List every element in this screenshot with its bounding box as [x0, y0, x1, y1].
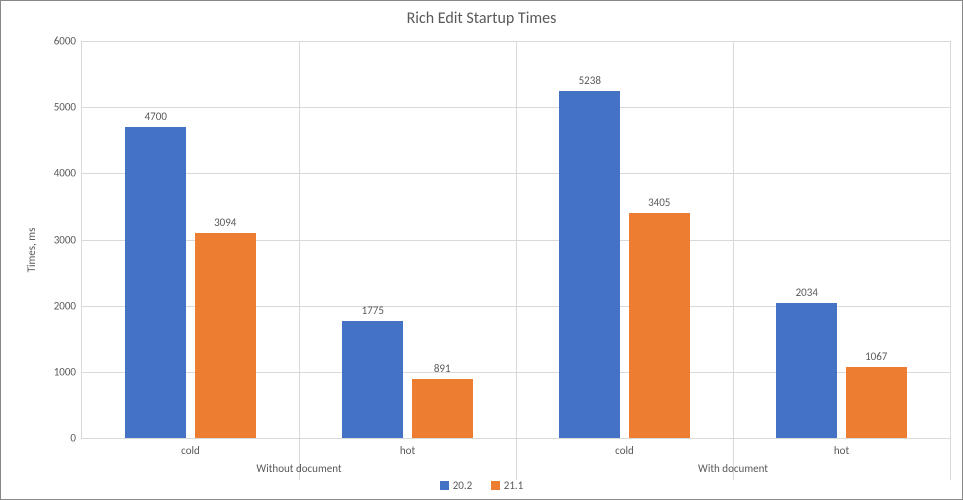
bar-series-0	[342, 321, 403, 438]
legend-label: 20.2	[453, 479, 473, 492]
group-label: With document	[698, 462, 768, 475]
bar-series-1	[412, 379, 473, 438]
bar-value-label: 2034	[777, 286, 837, 299]
y-tick-label: 3000	[54, 233, 82, 246]
bar-series-1	[629, 213, 690, 438]
y-tick-label: 4000	[54, 167, 82, 180]
bar-series-0	[125, 127, 186, 438]
y-tick-label: 1000	[54, 365, 82, 378]
bar-value-label: 3405	[629, 196, 689, 209]
chart-title: Rich Edit Startup Times	[1, 1, 962, 32]
bar-series-0	[776, 303, 837, 438]
y-axis-label: Times, ms	[25, 228, 38, 273]
legend: 20.2 21.1	[1, 479, 962, 493]
bar-series-1	[195, 233, 256, 438]
legend-swatch-icon	[491, 481, 500, 490]
category-label: hot	[400, 444, 415, 457]
bar-series-0	[559, 91, 620, 438]
chart-container: Rich Edit Startup Times Times, ms 0 1000 2…	[0, 0, 963, 500]
category-label: cold	[615, 444, 634, 457]
plot-area: 010002000300040005000600047003094cold177…	[81, 41, 950, 439]
legend-item-series-1: 21.1	[491, 479, 524, 492]
bar-series-1	[846, 367, 907, 438]
bar-value-label: 5238	[560, 74, 620, 87]
bar-value-label: 1067	[846, 350, 906, 363]
group-label: Without document	[256, 462, 341, 475]
group-separator	[516, 41, 517, 480]
y-tick-label: 5000	[54, 101, 82, 114]
category-label: hot	[834, 444, 849, 457]
legend-swatch-icon	[440, 481, 449, 490]
group-separator	[299, 41, 300, 480]
category-label: cold	[181, 444, 200, 457]
legend-label: 21.1	[504, 479, 524, 492]
bar-value-label: 4700	[126, 110, 186, 123]
bar-value-label: 1775	[343, 304, 403, 317]
y-tick-label: 6000	[54, 35, 82, 48]
bar-value-label: 891	[412, 362, 472, 375]
y-tick-label: 2000	[54, 299, 82, 312]
group-separator	[950, 41, 951, 480]
group-separator	[733, 41, 734, 480]
y-tick-label: 0	[70, 432, 82, 445]
legend-item-series-0: 20.2	[440, 479, 473, 492]
bar-value-label: 3094	[195, 216, 255, 229]
